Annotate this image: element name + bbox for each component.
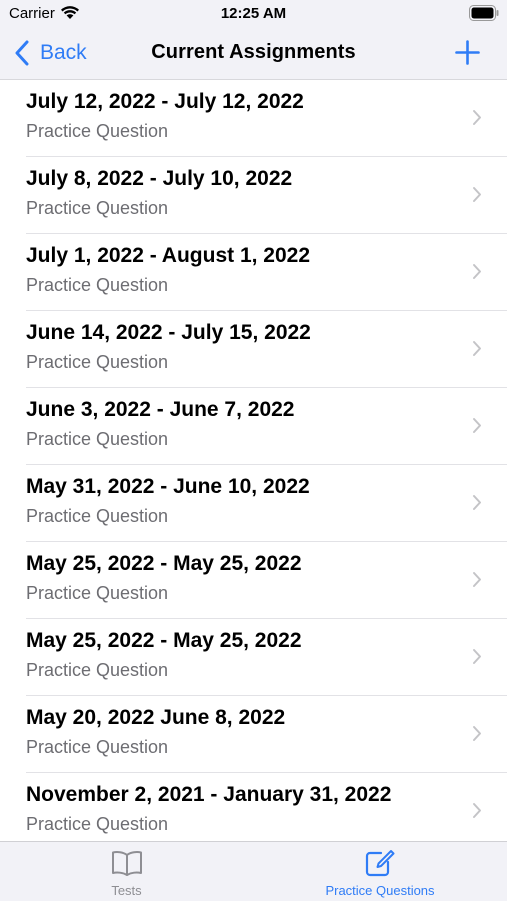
- list-item[interactable]: July 1, 2022 - August 1, 2022 Practice Q…: [0, 234, 507, 311]
- assignment-type: Practice Question: [26, 429, 169, 449]
- tab-practice-questions[interactable]: Practice Questions: [253, 842, 507, 901]
- tab-practice-questions-label: Practice Questions: [325, 883, 435, 898]
- chevron-right-icon: [473, 726, 481, 741]
- plus-icon[interactable]: [455, 40, 480, 65]
- assignment-date-range: May 25, 2022 - May 25, 2022: [26, 552, 302, 575]
- tab-tests-label: Tests: [111, 883, 142, 898]
- assignment-date-range: July 12, 2022 - July 12, 2022: [26, 90, 304, 113]
- book-icon: [111, 851, 142, 876]
- list-item[interactable]: July 12, 2022 - July 12, 2022 Practice Q…: [0, 80, 507, 157]
- tab-bar: Tests Practice Questions: [0, 841, 507, 901]
- list-item[interactable]: June 14, 2022 - July 15, 2022 Practice Q…: [0, 311, 507, 388]
- assignment-type: Practice Question: [26, 660, 169, 680]
- chevron-right-icon: [473, 803, 481, 818]
- list-item[interactable]: July 8, 2022 - July 10, 2022 Practice Qu…: [0, 157, 507, 234]
- assignment-list: July 12, 2022 - July 12, 2022 Practice Q…: [0, 80, 507, 841]
- assignment-date-range: June 14, 2022 - July 15, 2022: [26, 321, 311, 344]
- assignment-date-range: May 25, 2022 - May 25, 2022: [26, 629, 302, 652]
- tab-tests[interactable]: Tests: [0, 842, 253, 901]
- list-item[interactable]: November 2, 2021 - January 31, 2022 Prac…: [0, 773, 507, 841]
- page-title: Current Assignments: [151, 41, 356, 63]
- list-item[interactable]: May 25, 2022 - May 25, 2022 Practice Que…: [0, 619, 507, 696]
- assignment-type: Practice Question: [26, 121, 169, 141]
- assignment-date-range: July 1, 2022 - August 1, 2022: [26, 244, 311, 267]
- assignment-type: Practice Question: [26, 275, 169, 295]
- status-bar: Carrier 12:25 AM: [0, 0, 507, 28]
- chevron-right-icon: [473, 572, 481, 587]
- chevron-right-icon: [473, 264, 481, 279]
- chevron-right-icon: [473, 187, 481, 202]
- list-item[interactable]: May 25, 2022 - May 25, 2022 Practice Que…: [0, 542, 507, 619]
- list-item[interactable]: May 20, 2022 June 8, 2022 Practice Quest…: [0, 696, 507, 773]
- assignment-date-range: November 2, 2021 - January 31, 2022: [26, 783, 392, 806]
- chevron-right-icon: [473, 495, 481, 510]
- clock: 12:25 AM: [220, 5, 287, 22]
- chevron-right-icon: [473, 341, 481, 356]
- list-item[interactable]: May 31, 2022 - June 10, 2022 Practice Qu…: [0, 465, 507, 542]
- assignment-type: Practice Question: [26, 583, 169, 603]
- assignment-type: Practice Question: [26, 198, 169, 218]
- navigation-bar: Back Current Assignments: [0, 28, 507, 80]
- compose-icon: [365, 850, 395, 877]
- assignment-type: Practice Question: [26, 737, 169, 757]
- assignment-type: Practice Question: [26, 506, 169, 526]
- assignment-date-range: June 3, 2022 - June 7, 2022: [26, 398, 295, 421]
- assignment-date-range: May 20, 2022 June 8, 2022: [26, 706, 286, 729]
- list-item[interactable]: June 3, 2022 - June 7, 2022 Practice Que…: [0, 388, 507, 465]
- chevron-right-icon: [473, 418, 481, 433]
- chevron-right-icon: [473, 110, 481, 125]
- assignment-type: Practice Question: [26, 352, 169, 372]
- chevron-right-icon: [473, 649, 481, 664]
- assignment-type: Practice Question: [26, 814, 169, 834]
- assignment-date-range: July 8, 2022 - July 10, 2022: [26, 167, 293, 190]
- battery-full-icon: [469, 5, 499, 21]
- assignment-date-range: May 31, 2022 - June 10, 2022: [26, 475, 310, 498]
